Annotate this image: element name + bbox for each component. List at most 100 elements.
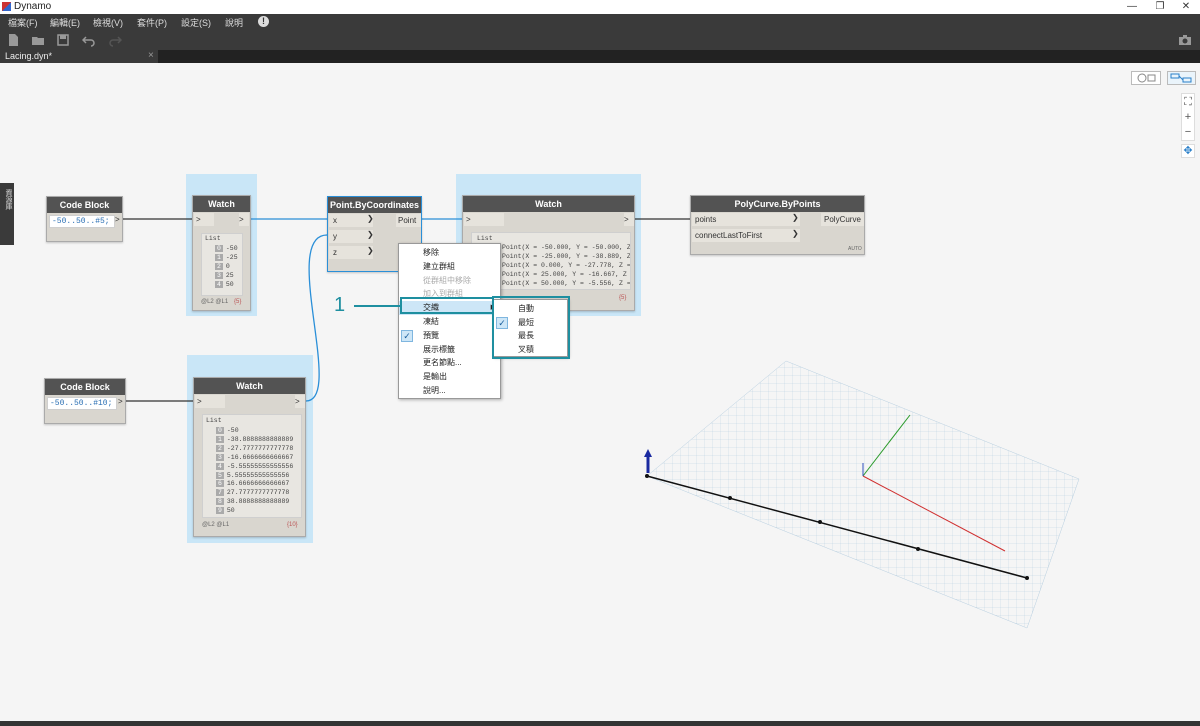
code-input[interactable]: -50..50..#5;: [49, 215, 115, 228]
watch-node-2[interactable]: Watch > > List 0 -50 1 -38.8888888888889 2 -2…: [193, 377, 306, 537]
window-title: Dynamo: [14, 1, 52, 12]
lacing-submenu-highlight: [492, 296, 570, 359]
list-value: -25: [225, 254, 238, 261]
input-port[interactable]: >: [195, 395, 225, 408]
node-title: Code Block: [45, 379, 125, 395]
list-item: 0 -50: [215, 245, 238, 252]
input-port[interactable]: >: [194, 213, 214, 226]
dynamo-logo-icon: [2, 2, 11, 11]
undo-icon[interactable]: [81, 33, 96, 47]
list-index: 2: [215, 263, 223, 270]
chevron-right-icon: ❯: [792, 229, 799, 238]
list-index: 4: [216, 462, 224, 470]
context-menu-item[interactable]: 移除: [399, 246, 500, 260]
list-value: 16.6666666666667: [226, 480, 290, 488]
list-index: 6: [216, 480, 224, 488]
node-title: Watch: [194, 378, 305, 394]
menu-help[interactable]: 說明: [225, 16, 243, 29]
list-item: 5 5.55555555555556: [216, 471, 290, 479]
camera-icon[interactable]: [1178, 33, 1192, 47]
list-value: 5.55555555555556: [226, 471, 290, 479]
list-item: 9 50: [216, 507, 235, 515]
code-block-node-2[interactable]: Code Block -50..50..#10; >: [44, 378, 126, 424]
menu-settings[interactable]: 設定(S): [181, 16, 211, 29]
context-menu-label: 從群組中移除: [423, 275, 471, 285]
list-value: -5.55555555555556: [226, 462, 294, 470]
input-port-connect-last-to-first[interactable]: connectLastToFirst: [692, 229, 800, 242]
list-value: 0: [225, 263, 230, 270]
list-index: 3: [215, 272, 223, 279]
list-index: 4: [215, 281, 223, 288]
list-value: -38.8888888888889: [226, 435, 294, 443]
list-item: 20: [215, 263, 230, 270]
chevron-right-icon: ❯: [367, 230, 374, 239]
tab-bar: Lacing.dyn* ×: [0, 50, 1200, 63]
title-bar: Dynamo — ❐ ✕: [0, 0, 1200, 14]
tab-lacing[interactable]: Lacing.dyn* ×: [0, 50, 158, 63]
list-item: 3 25: [215, 272, 234, 279]
menu-edit[interactable]: 編輯(E): [50, 16, 80, 29]
list-item: 2 -27.7777777777778: [216, 444, 293, 452]
save-icon[interactable]: [56, 33, 70, 47]
menu-packages[interactable]: 套件(P): [137, 16, 167, 29]
context-menu-item[interactable]: 凍結: [399, 315, 500, 329]
workspace-canvas[interactable]: 資源庫 ⛶ + − ✥ Code Block -50..50..#5; > Co…: [0, 63, 1200, 726]
context-menu-label: 凍結: [423, 317, 439, 326]
list-item: 6 16.6666666666667: [216, 480, 290, 488]
new-file-icon[interactable]: [6, 33, 20, 47]
node-title: Watch: [193, 196, 250, 212]
item-count: {5}: [619, 295, 627, 301]
watch-node-1[interactable]: Watch > > List 0 -50 1 -25 2 0 3 25 4 50 @L2 @L1 …: [192, 195, 251, 311]
list-index: 0: [216, 427, 224, 434]
list-item: Point(X = 0.000, Y = -27.778, Z =: [502, 262, 631, 269]
context-menu-item[interactable]: 建立群組: [399, 260, 500, 274]
level-indicator: @L2 @L1: [202, 522, 230, 528]
chevron-right-icon: ❯: [792, 213, 799, 222]
output-port[interactable]: >: [239, 213, 249, 226]
lacing-item-highlight: [400, 297, 494, 314]
node-context-menu: 移除建立群組從群組中移除加入到群組交織▶凍結預覽✓展示標籤更名節點...是輸出說…: [398, 243, 501, 399]
redo-icon[interactable]: [108, 33, 123, 47]
list-item: 3 -16.6666666666667: [216, 453, 293, 461]
context-menu-item[interactable]: 從群組中移除: [399, 274, 500, 288]
callout-number: 1: [334, 294, 346, 316]
list-item: Point(X = -25.000, Y = -38.889, Z: [502, 253, 631, 260]
code-input[interactable]: -50..50..#10;: [47, 397, 117, 410]
item-count: {10}: [287, 522, 298, 528]
list-item: Point(X = 25.000, Y = -16.667, Z =: [502, 271, 631, 278]
close-icon[interactable]: ✕: [1172, 0, 1200, 14]
minimize-icon[interactable]: —: [1118, 0, 1146, 14]
restore-icon[interactable]: ❐: [1146, 0, 1174, 14]
output-port[interactable]: >: [115, 215, 120, 224]
menu-file[interactable]: 檔案(F): [8, 16, 38, 29]
context-menu-item[interactable]: 更名節點...: [399, 356, 500, 370]
checkmark-icon: ✓: [401, 329, 413, 342]
menu-bar: 檔案(F) 編輯(E) 檢視(V) 套件(P) 設定(S) 說明 !: [0, 14, 1200, 30]
context-menu-item[interactable]: 展示標籤: [399, 343, 500, 357]
polycurve-by-points-node[interactable]: PolyCurve.ByPoints points ❯ connectLastT…: [690, 195, 865, 255]
context-menu-item[interactable]: 預覽 ✓: [399, 329, 500, 343]
code-block-node-1[interactable]: Code Block -50..50..#5; >: [46, 196, 123, 242]
list-index: 1: [216, 435, 224, 443]
context-menu-item[interactable]: 是輸出: [399, 370, 500, 384]
menu-view[interactable]: 檢視(V): [93, 16, 123, 29]
open-file-icon[interactable]: [31, 33, 45, 47]
context-menu-item[interactable]: 說明...: [399, 384, 500, 398]
context-menu-label: 是輸出: [423, 372, 447, 382]
info-icon[interactable]: !: [258, 16, 269, 27]
output-port-point[interactable]: Point: [396, 214, 421, 227]
input-port[interactable]: >: [464, 213, 504, 226]
watch-list: List 0 -50 1 -25 2 0 3 25 4 50: [201, 233, 243, 296]
tab-close-icon[interactable]: ×: [148, 50, 154, 61]
output-port[interactable]: >: [295, 395, 305, 408]
list-header: List: [205, 235, 221, 242]
list-header: List: [206, 417, 222, 424]
input-port-points[interactable]: points: [692, 213, 800, 226]
output-port[interactable]: >: [624, 213, 634, 226]
list-item: 4 50: [215, 281, 234, 288]
list-index: 9: [216, 507, 224, 515]
output-port[interactable]: >: [118, 397, 123, 406]
context-menu-label: 更名節點...: [423, 358, 462, 368]
context-menu-label: 展示標籤: [423, 344, 455, 354]
output-port-polycurve[interactable]: PolyCurve: [821, 213, 864, 226]
